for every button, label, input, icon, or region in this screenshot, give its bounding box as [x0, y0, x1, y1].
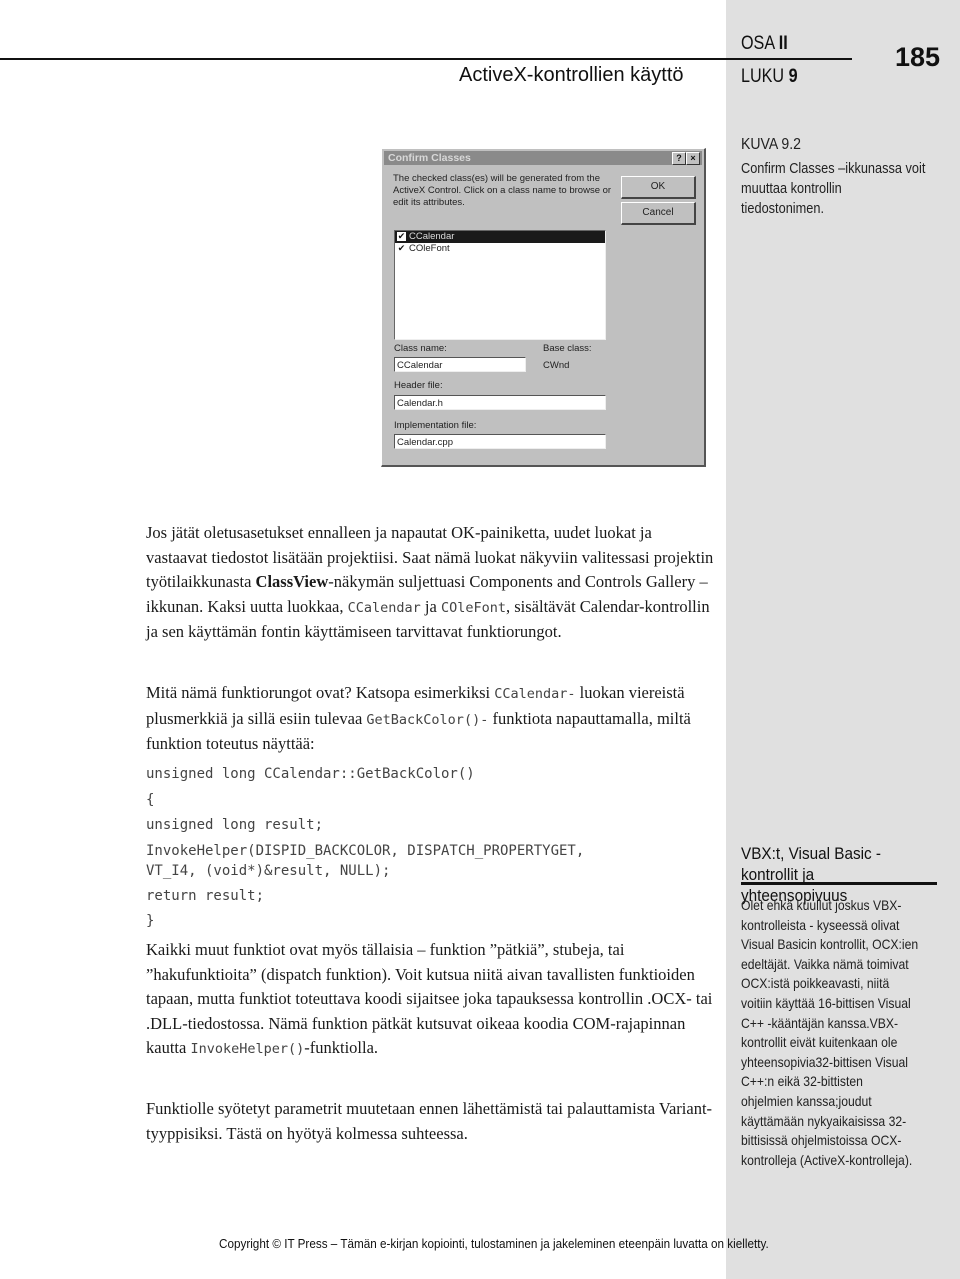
paragraph-3: Kaikki muut funktiot ovat myös tällaisia… — [146, 938, 716, 1062]
class-name-field[interactable]: CCalendar — [394, 357, 526, 372]
part-number: II — [778, 33, 788, 54]
part-label-text: OSA — [741, 33, 775, 54]
help-button[interactable]: ? — [672, 152, 686, 165]
inline-code: COleFont — [440, 599, 506, 616]
sidebar-text-line: ohjelmien kanssa;joudut — [741, 1092, 872, 1109]
inline-code: GetBackColor()- — [366, 711, 489, 728]
class-list-item[interactable]: ✔ CCalendar — [395, 231, 605, 243]
sidebar-title-line: VBX:t, Visual Basic - — [741, 844, 882, 863]
code-line: { — [146, 791, 155, 808]
sidebar-text-line: Visual Basicin kontrollit, OCX:ien — [741, 936, 919, 953]
cancel-button[interactable]: Cancel — [621, 202, 696, 225]
inline-code: CCalendar — [347, 599, 421, 616]
code-line: unsigned long result; — [146, 817, 324, 833]
chapter-label-text: LUKU — [741, 66, 785, 87]
class-list-item-label: COleFont — [409, 243, 450, 254]
class-list-item[interactable]: ✔ COleFont — [395, 243, 605, 255]
chapter-number: 9 — [788, 66, 798, 87]
header-file-label: Header file: — [394, 380, 443, 391]
code-line: InvokeHelper(DISPID_BACKCOLOR, DISPATCH_… — [146, 842, 585, 879]
code-line: } — [146, 913, 155, 929]
sidebar-text-line: C++ -kääntäjän kanssa.VBX- — [741, 1014, 899, 1031]
chapter-title: ActiveX-kontrollien käyttö — [459, 64, 684, 86]
sidebar-text-line: yhteensopivia32-bittisen Visual — [741, 1053, 909, 1070]
implementation-file-label: Implementation file: — [394, 420, 477, 431]
header-file-field[interactable]: Calendar.h — [394, 395, 606, 410]
dialog-title: Confirm Classes — [388, 152, 471, 164]
checkbox-checked-icon[interactable]: ✔ — [397, 232, 406, 241]
figure-caption-text: Confirm Classes –ikkunassa voit muuttaa … — [741, 161, 926, 217]
copyright-footer: Copyright © IT Press – Tämän e-kirjan ko… — [219, 1236, 769, 1251]
sidebar-text-line: Olet ehkä kuullut joskus VBX- — [741, 897, 902, 913]
base-class-label: Base class: — [543, 343, 592, 354]
paragraph-1: Jos jätät oletusasetukset ennalleen ja n… — [146, 521, 716, 645]
sidebar-text: Olet ehkä kuullut joskus VBX-kontrolleis… — [741, 896, 925, 1170]
part-label: OSA II — [741, 33, 788, 55]
checkbox-checked-icon[interactable]: ✔ — [397, 244, 406, 253]
code-block: unsigned long CCalendar::GetBackColor() … — [146, 764, 716, 937]
text-run: Kaikki muut funktiot ovat myös tällaisia… — [146, 940, 713, 1057]
sidebar-title-underline — [741, 882, 937, 885]
sidebar-text-line: C++:n eikä 32-bittisten — [741, 1073, 863, 1090]
close-button[interactable]: × — [686, 152, 700, 165]
page-number: 185 — [895, 42, 941, 72]
sidebar-text-line: voitiin käyttää 16-bittisen Visual — [741, 994, 911, 1011]
ui-term: ClassView — [255, 572, 329, 591]
implementation-file-field[interactable]: Calendar.cpp — [394, 434, 606, 449]
code-line: return result; — [146, 887, 265, 904]
text-run: -funktiolla. — [304, 1038, 379, 1057]
ok-button[interactable]: OK — [621, 176, 696, 199]
sidebar-text-line: kontrolleja (ActiveX-kontrolleja). — [741, 1151, 913, 1168]
sidebar-text-line: bittisissä ohjelmistoissa OCX- — [741, 1132, 902, 1149]
class-list-item-label: CCalendar — [409, 231, 455, 242]
class-name-label: Class name: — [394, 343, 447, 354]
base-class-value: CWnd — [543, 360, 570, 371]
sidebar-text-line: käyttämään nykyaikaisissa 32- — [741, 1112, 907, 1129]
class-list[interactable]: ✔ CCalendar ✔ COleFont — [394, 230, 606, 340]
confirm-classes-dialog: Confirm Classes ? × The checked class(es… — [381, 148, 706, 467]
paragraph-2: Mitä nämä funktiorungot ovat? Katsopa es… — [146, 681, 716, 757]
code-line: unsigned long CCalendar::GetBackColor() — [146, 766, 475, 782]
text-run: ja — [420, 596, 441, 616]
inline-code: InvokeHelper() — [190, 1041, 305, 1057]
figure-caption: KUVA 9.2 Confirm Classes –ikkunassa voit… — [741, 136, 926, 219]
chapter-label: LUKU 9 — [741, 66, 798, 88]
dialog-description: The checked class(es) will be generated … — [393, 173, 612, 208]
sidebar-text-line: kontrollit eivät kuitenkaan ole — [741, 1034, 898, 1051]
sidebar-text-line: kontrolleista - kyseessä olivat — [741, 916, 900, 933]
sidebar-text-line: edeltäjät. Vaikka nämä toimivat — [741, 955, 909, 972]
inline-code: CCalendar- — [494, 686, 576, 702]
dialog-titlebar: Confirm Classes ? × — [384, 151, 702, 165]
sidebar-text-line: OCX:istä poikkeavasti, niitä — [741, 975, 890, 992]
header-rule — [0, 58, 852, 60]
figure-label: KUVA 9.2 — [741, 136, 802, 153]
text-run: Mitä nämä funktiorungot ovat? Katsopa es… — [146, 683, 495, 702]
paragraph-4: Funktiolle syötetyt parametrit muutetaan… — [146, 1099, 713, 1143]
